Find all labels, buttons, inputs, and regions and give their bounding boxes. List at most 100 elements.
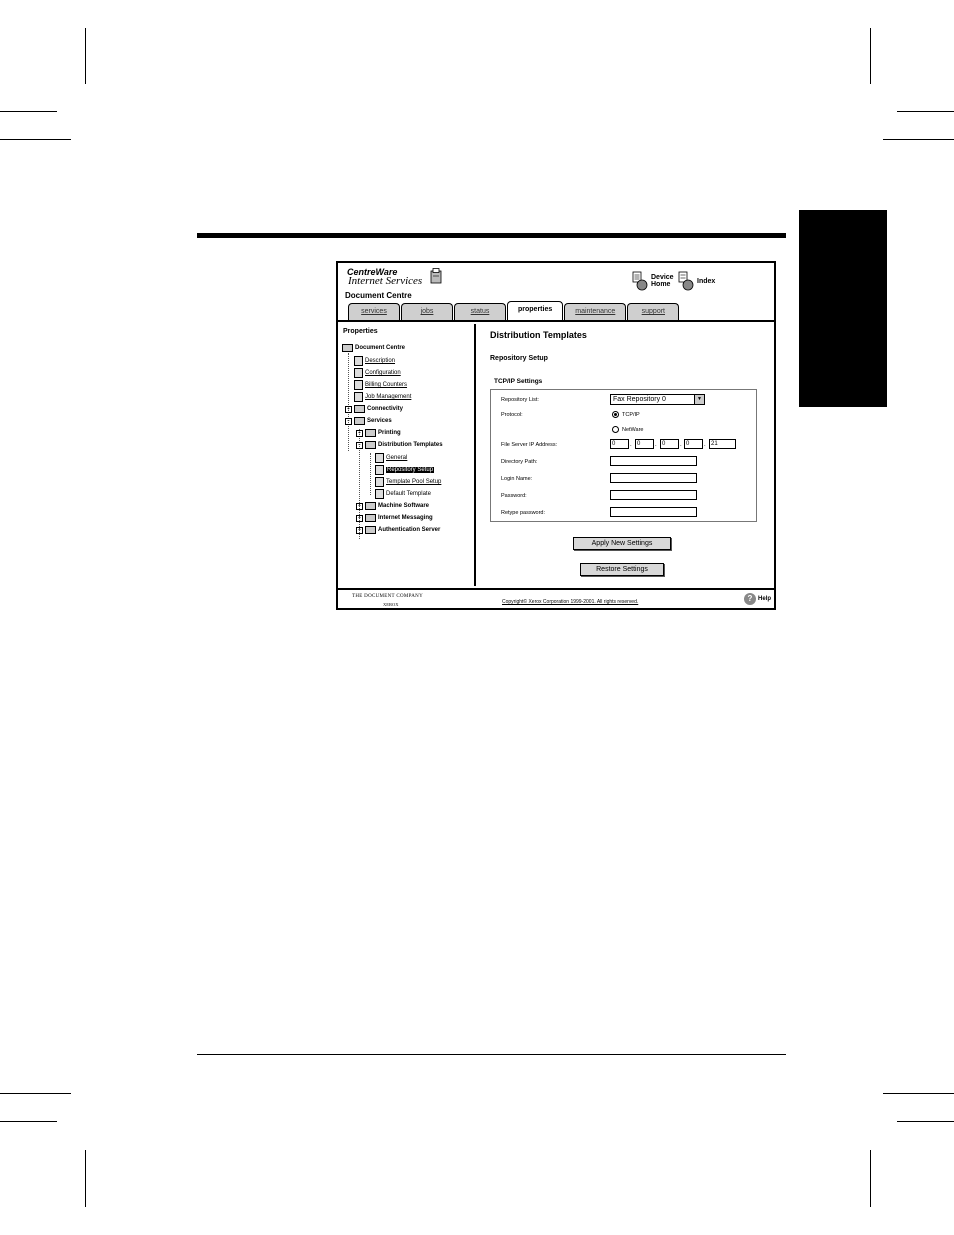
header-rule [197,233,786,238]
tree-item-label: Services [367,418,392,424]
tree-item-authentication-server[interactable]: + Authentication Server [356,526,440,534]
expand-icon[interactable]: + [345,405,352,413]
ip-octet-1-field[interactable]: 0 [610,439,629,449]
repository-list-value: Fax Repository 0 [613,396,666,403]
tree-item-services[interactable]: − Services [345,417,392,425]
folder-icon [365,502,376,510]
crop-mark [0,1121,57,1122]
tree-item-description[interactable]: Description [354,356,395,366]
page-icon [354,392,363,402]
tree-item-label: General [386,455,408,461]
crop-mark [0,1093,71,1094]
expand-icon[interactable]: + [356,429,363,437]
tree-item-configuration[interactable]: Configuration [354,368,401,378]
tab-status[interactable]: status [454,303,506,321]
tree-item-default-template[interactable]: Default Template [375,489,431,499]
page-icon [375,489,384,499]
tree-item-label: Connectivity [367,406,404,412]
crop-mark [897,1121,954,1122]
copyright-link[interactable]: Copyright© Xerox Corporation 1999-2001. … [502,599,638,605]
repository-list-select[interactable]: Fax Repository 0 ▼ [610,394,705,405]
retype-password-input[interactable] [610,507,697,517]
tab-maintenance[interactable]: maintenance [564,303,627,321]
page-icon [354,356,363,366]
collapse-icon[interactable]: − [345,417,352,425]
expand-icon[interactable]: + [356,502,363,510]
ip-port-field[interactable]: 21 [709,439,736,449]
chapter-thumb-tab [799,210,887,407]
page-title: Distribution Templates [490,330,587,340]
index-icon [678,271,694,291]
radio-unselected-icon[interactable] [612,426,619,433]
content-pane: Distribution Templates Repository Setup … [476,324,774,586]
apply-new-settings-button[interactable]: Apply New Settings [573,537,671,550]
login-name-label: Login Name: [501,476,533,482]
folder-icon [365,441,376,449]
expand-icon[interactable]: + [356,526,363,534]
tree-item-general[interactable]: General [375,453,407,463]
page-icon [375,477,384,487]
protocol-radio-netware[interactable]: NetWare [612,426,644,433]
tab-services[interactable]: services [348,303,400,321]
ip-octet-4-field[interactable]: 0 [684,439,703,449]
tcpip-settings-group: Repository List: Fax Repository 0 ▼ Prot… [490,389,757,522]
ip-octet-3-field[interactable]: 0 [660,439,679,449]
crop-mark [85,1150,86,1207]
tree-item-billing-counters[interactable]: Billing Counters [354,380,407,390]
tab-jobs[interactable]: jobs [401,303,453,321]
tree-item-distribution-templates[interactable]: − Distribution Templates [356,441,443,449]
directory-path-input[interactable] [610,456,697,466]
index-label: Index [697,277,716,285]
device-home-label-1: Device [651,274,674,281]
folder-icon [354,405,365,413]
crop-mark [0,111,57,112]
protocol-radio-tcpip[interactable]: TCP/IP [612,411,640,418]
tree-item-label: Distribution Templates [378,442,443,448]
crop-mark [870,1150,871,1207]
collapse-icon[interactable]: − [356,441,363,449]
company-tagline: THE DOCUMENT COMPANY [352,594,424,599]
protocol-label: Protocol: [501,412,523,418]
tree-item-label: Job Management [365,394,412,400]
index-button[interactable]: Index [678,271,715,291]
crop-mark [883,1093,954,1094]
page-icon [354,380,363,390]
page-icon [354,368,363,378]
ip-octet-2-field[interactable]: 0 [635,439,654,449]
restore-settings-button[interactable]: Restore Settings [580,563,664,576]
retype-password-label: Retype password: [501,510,546,516]
app-footer: THE DOCUMENT COMPANY XEROX Copyright© Xe… [338,588,774,608]
folder-icon [354,417,365,425]
tree-item-connectivity[interactable]: + Connectivity [345,405,403,413]
properties-tree-pane: Properties Document Centre Description C… [338,324,476,586]
password-input[interactable] [610,490,697,500]
nav-tabs: services jobs status properties maintena… [348,301,680,321]
chevron-down-icon[interactable]: ▼ [694,395,704,404]
crop-mark [85,28,86,84]
device-home-icon [632,271,648,291]
printer-icon [342,344,353,352]
tree-item-job-management[interactable]: Job Management [354,392,411,402]
tab-properties[interactable]: properties [507,301,564,321]
radio-selected-icon[interactable] [612,411,619,418]
tree-item-machine-software[interactable]: + Machine Software [356,502,429,510]
tree-item-template-pool-setup[interactable]: Template Pool Setup [375,477,441,487]
tab-support[interactable]: support [627,303,680,321]
brand-line2: Internet Services [348,275,423,287]
directory-path-label: Directory Path: [501,459,538,465]
tree-item-internet-messaging[interactable]: + Internet Messaging [356,514,433,522]
crop-mark [883,139,954,140]
tree-item-label: Default Template [386,491,431,497]
crop-mark [870,28,871,84]
tree-connector [370,453,371,495]
tree-item-label: Repository Setup [386,467,435,473]
expand-icon[interactable]: + [356,514,363,522]
tree-connector [348,353,349,451]
tree-item-label: Configuration [365,370,401,376]
tree-item-repository-setup[interactable]: Repository Setup [375,465,435,475]
login-name-input[interactable] [610,473,697,483]
tree-item-printing[interactable]: + Printing [356,429,401,437]
device-home-button[interactable]: Device Home [632,271,674,291]
help-button[interactable]: ? Help [744,593,771,605]
tree-item-document-centre[interactable]: Document Centre [342,344,405,352]
